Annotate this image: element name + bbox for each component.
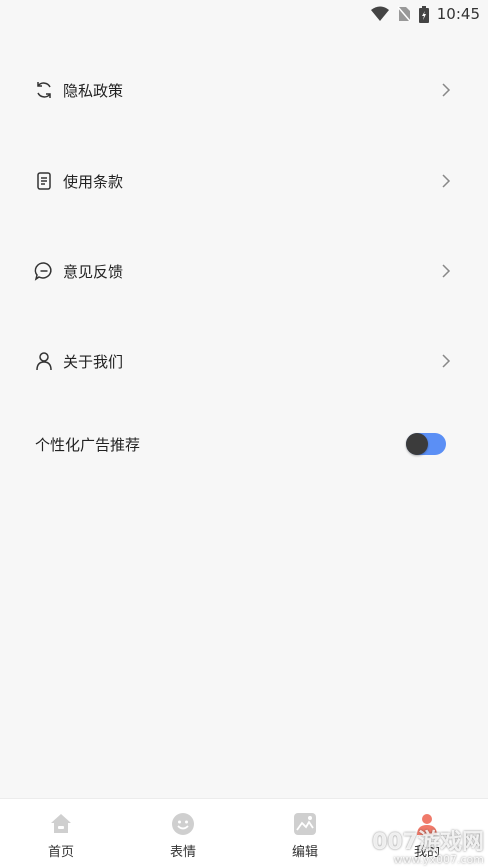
menu-item-label: 关于我们 [63, 352, 124, 371]
personalized-ads-toggle[interactable] [406, 433, 446, 455]
watermark: 007游戏网 www.yx007.com [372, 830, 484, 866]
watermark-url: www.yx007.com [393, 853, 484, 866]
menu-item-label: 使用条款 [63, 172, 124, 191]
home-icon [49, 812, 73, 836]
no-sim-icon [397, 6, 411, 22]
menu-item-label: 意见反馈 [63, 262, 124, 281]
wifi-icon [370, 6, 389, 22]
menu-item-feedback[interactable]: 意见反馈 [0, 251, 488, 291]
watermark-brand: 007游戏网 [372, 830, 484, 855]
menu-item-privacy-policy[interactable]: 隐私政策 [0, 70, 488, 110]
clock-time: 10:45 [436, 5, 480, 23]
chevron-right-icon [440, 173, 452, 189]
document-icon [34, 171, 54, 191]
image-edit-icon [293, 812, 317, 836]
chevron-right-icon [440, 263, 452, 279]
tab-home[interactable]: 首页 [0, 799, 122, 867]
battery-icon [418, 5, 429, 23]
personalized-ads-label: 个性化广告推荐 [35, 436, 141, 454]
personalized-ads-row: 个性化广告推荐 [0, 424, 488, 464]
tab-edit[interactable]: 编辑 [244, 799, 366, 867]
toggle-knob [406, 433, 428, 455]
menu-item-label: 隐私政策 [63, 81, 124, 100]
tab-label: 首页 [47, 845, 74, 860]
menu-item-about-us[interactable]: 关于我们 [0, 341, 488, 381]
refresh-icon [34, 80, 54, 100]
chevron-right-icon [440, 82, 452, 98]
smiley-icon [171, 812, 195, 836]
chevron-right-icon [440, 353, 452, 369]
tab-label: 表情 [169, 845, 196, 860]
menu-item-terms-of-use[interactable]: 使用条款 [0, 161, 488, 201]
status-bar: 10:45 [0, 0, 488, 28]
tab-stickers[interactable]: 表情 [122, 799, 244, 867]
tab-label: 编辑 [291, 845, 318, 860]
chat-icon [34, 261, 54, 281]
person-icon [34, 351, 54, 371]
